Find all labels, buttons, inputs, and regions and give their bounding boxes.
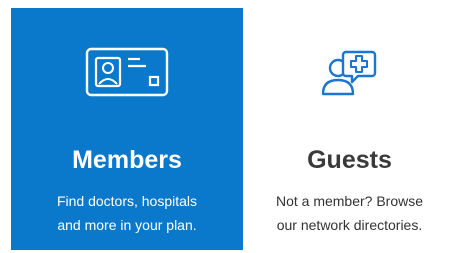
- audience-selector: Members Find doctors, hospitals and more…: [0, 0, 456, 253]
- guests-description: Not a member? Browse our network directo…: [249, 189, 450, 237]
- guests-card[interactable]: Guests Not a member? Browse our network …: [243, 8, 456, 250]
- guests-description-line-2: our network directories.: [276, 217, 423, 233]
- members-description-line-2: and more in your plan.: [57, 217, 197, 233]
- guests-title: Guests: [307, 146, 392, 174]
- members-title: Members: [72, 146, 182, 174]
- person-medical-chat-icon-wrap: [243, 44, 456, 100]
- id-card-icon: [85, 47, 169, 97]
- person-medical-chat-icon: [321, 50, 376, 96]
- members-card[interactable]: Members Find doctors, hospitals and more…: [11, 8, 243, 250]
- id-card-icon-wrap: [11, 44, 243, 100]
- members-description: Find doctors, hospitals and more in your…: [17, 189, 237, 237]
- guests-description-line-1: Not a member? Browse: [275, 193, 424, 209]
- members-description-line-1: Find doctors, hospitals: [56, 193, 198, 209]
